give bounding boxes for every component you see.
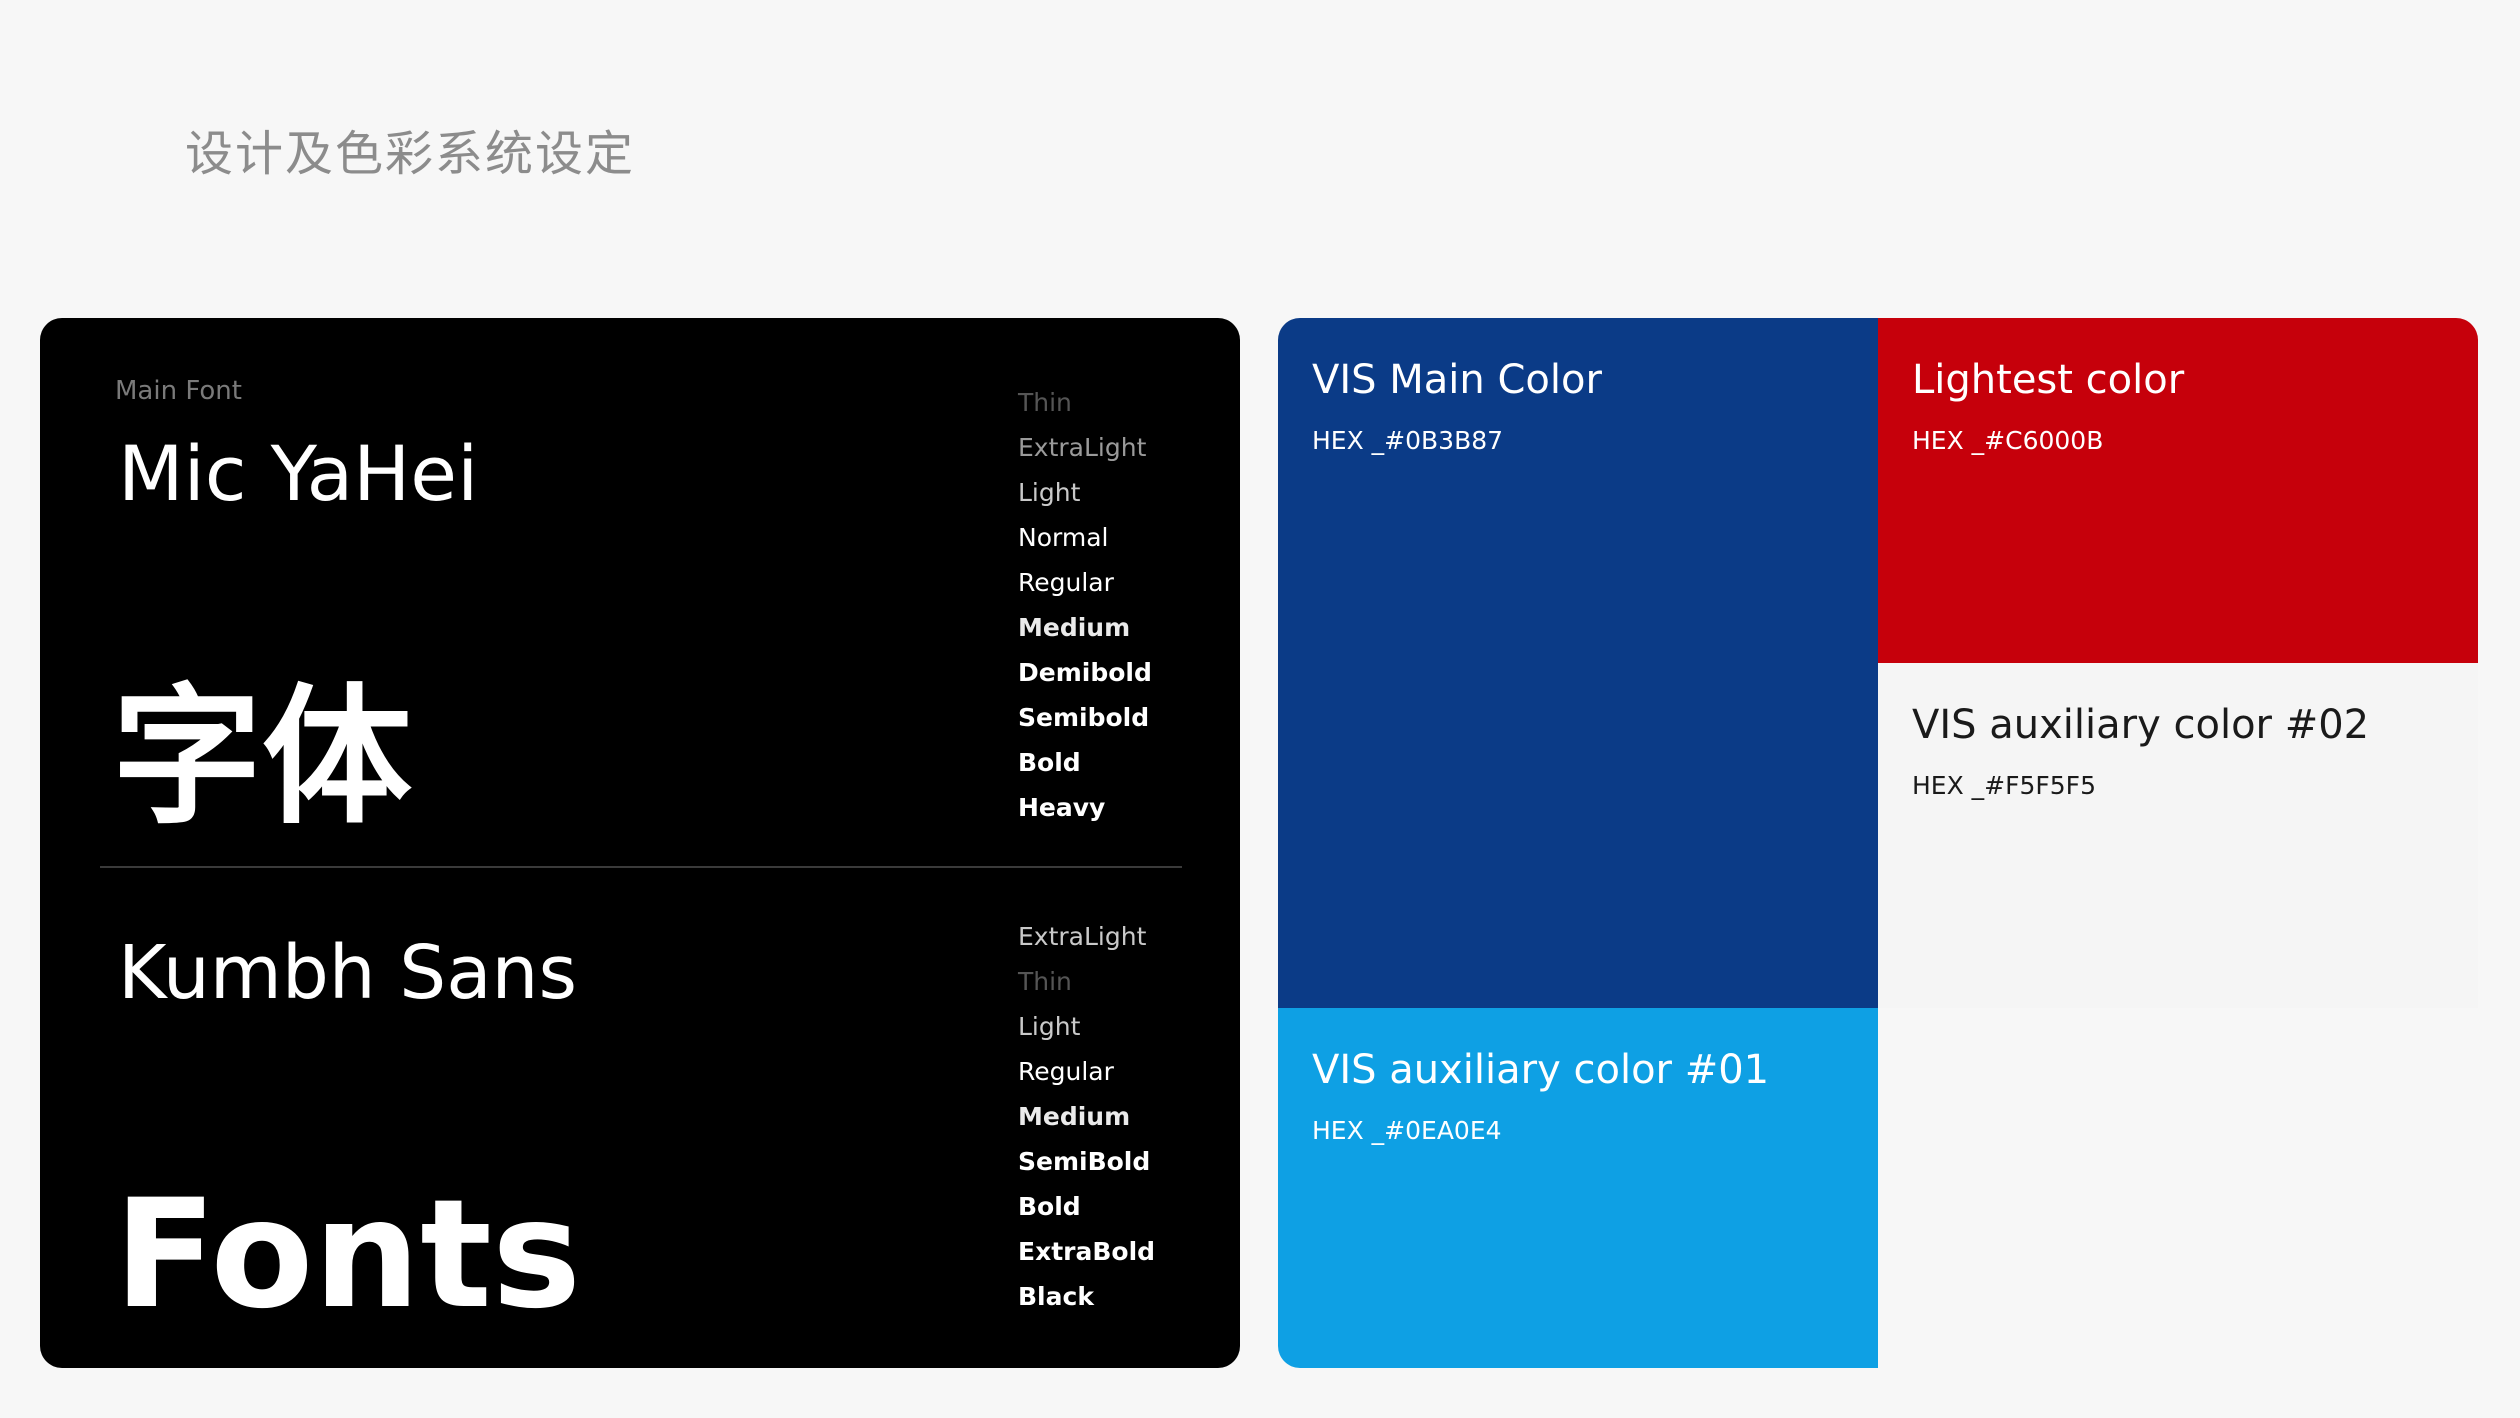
- weight-item: ExtraLight: [1018, 433, 1147, 462]
- weight-item: Heavy: [1018, 793, 1106, 822]
- weight-item: Regular: [1018, 1057, 1114, 1086]
- weight-item: Bold: [1018, 1192, 1081, 1221]
- page-title: 设计及色彩系统设定: [185, 126, 636, 182]
- swatch-name: VIS Main Color: [1312, 357, 1602, 403]
- swatch-hex: HEX _#C6000B: [1912, 426, 2104, 455]
- weight-item: Thin: [1018, 967, 1072, 996]
- swatch-name: Lightest color: [1912, 357, 2185, 403]
- weight-item: Regular: [1018, 568, 1114, 597]
- swatch-auxiliary-01: VIS auxiliary color #01 HEX _#0EA0E4: [1278, 1008, 1878, 1368]
- weight-item: Medium: [1018, 1102, 1131, 1131]
- primary-font-sample: 字体: [112, 671, 413, 845]
- color-panel: VIS Main Color HEX _#0B3B87 Lightest col…: [1278, 318, 2478, 1368]
- swatch-auxiliary-02: VIS auxiliary color #02 HEX _#F5F5F5: [1878, 663, 2478, 1008]
- swatch-name: VIS auxiliary color #02: [1912, 702, 2370, 748]
- weight-item: Light: [1018, 1012, 1081, 1041]
- swatch-hex: HEX _#0EA0E4: [1312, 1116, 1502, 1145]
- secondary-weight-list: ExtraLight Thin Light Regular Medium Sem…: [1018, 914, 1155, 1319]
- primary-weight-list: Thin ExtraLight Light Normal Regular Med…: [1018, 380, 1152, 830]
- weight-item: Demibold: [1018, 658, 1152, 687]
- swatch-lightest-color: Lightest color HEX _#C6000B: [1878, 318, 2478, 663]
- weight-item: Bold: [1018, 748, 1081, 777]
- secondary-font-name: Kumbh Sans: [118, 930, 577, 1016]
- weight-item: ExtraLight: [1018, 922, 1147, 951]
- weight-item: Light: [1018, 478, 1081, 507]
- swatch-hex: HEX _#F5F5F5: [1912, 771, 2096, 800]
- weight-item: Medium: [1018, 613, 1131, 642]
- weight-item: Normal: [1018, 523, 1109, 552]
- weight-item: Black: [1018, 1282, 1094, 1311]
- weight-item: Thin: [1018, 388, 1072, 417]
- secondary-font-sample: Fonts: [114, 1168, 582, 1342]
- main-font-label: Main Font: [115, 376, 242, 406]
- primary-font-name: Mic YaHei: [118, 429, 479, 518]
- swatch-hex: HEX _#0B3B87: [1312, 426, 1504, 455]
- font-card: Main Font Mic YaHei 字体 Thin ExtraLight L…: [40, 318, 1240, 1368]
- swatch-name: VIS auxiliary color #01: [1312, 1047, 1770, 1093]
- swatch-main-color: VIS Main Color HEX _#0B3B87: [1278, 318, 1878, 1008]
- weight-item: SemiBold: [1018, 1147, 1151, 1176]
- font-divider: [100, 866, 1182, 868]
- weight-item: ExtraBold: [1018, 1237, 1156, 1266]
- weight-item: Semibold: [1018, 703, 1150, 732]
